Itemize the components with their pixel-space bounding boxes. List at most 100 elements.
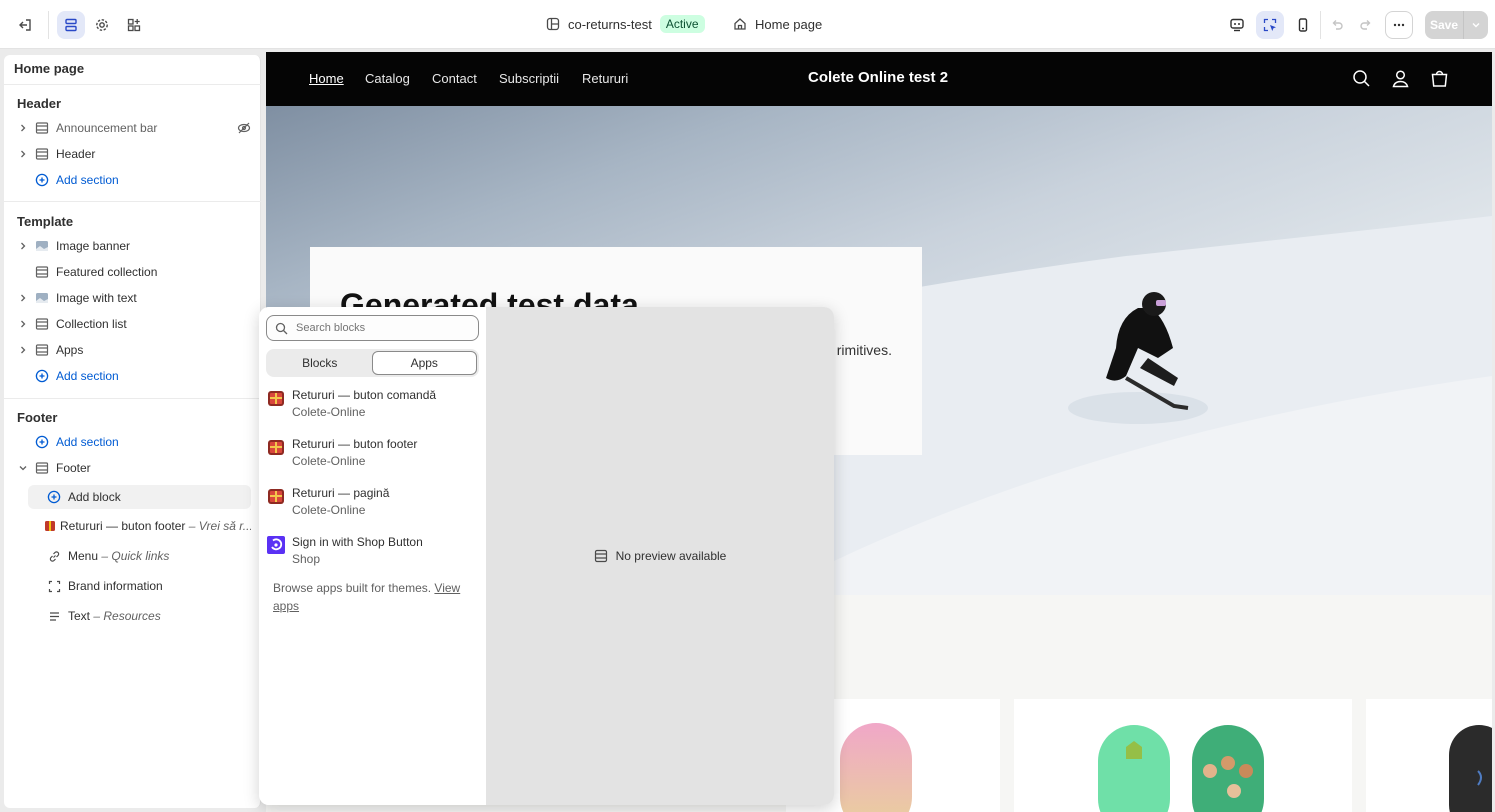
app-block-item[interactable]: Sign in with Shop Button Shop — [267, 534, 479, 572]
save-options-button[interactable] — [1463, 11, 1488, 39]
block-item-menu[interactable]: Menu – Quick links — [28, 544, 251, 568]
search-icon[interactable] — [1352, 69, 1371, 88]
sections-button[interactable] — [57, 11, 85, 39]
chevron-right-icon[interactable] — [14, 345, 32, 355]
block-label: Menu — [68, 549, 99, 563]
text-lines-icon — [44, 610, 64, 623]
add-block-button[interactable]: Add block — [28, 485, 251, 509]
undo-button[interactable] — [1323, 11, 1351, 39]
store-header: Home Catalog Contact Subscriptii Returur… — [266, 52, 1492, 106]
theme-selector[interactable]: co-returns-test Active — [546, 14, 705, 34]
product-card[interactable] — [1014, 699, 1352, 812]
nav-link-retururi[interactable]: Retururi — [582, 71, 628, 86]
chevron-right-icon[interactable] — [14, 241, 32, 251]
cart-icon[interactable] — [1430, 69, 1449, 88]
block-detail: – Quick links — [101, 549, 170, 563]
plus-circle-icon — [44, 490, 64, 504]
gift-box-icon — [268, 440, 284, 455]
block-picker: Blocks Apps Retururi — buton comandă Cole… — [259, 307, 486, 805]
product-card[interactable] — [1366, 699, 1492, 812]
store-name[interactable]: Colete Online test 2 — [808, 69, 948, 86]
sidebar-item-announcement-bar[interactable]: Announcement bar — [14, 116, 251, 140]
add-section-header-button[interactable]: Add section — [14, 168, 251, 192]
chevron-down-icon[interactable] — [14, 463, 32, 473]
add-section-footer-button[interactable]: Add section — [14, 430, 251, 454]
status-badge: Active — [659, 15, 705, 33]
app-block-vendor: Colete-Online — [292, 405, 366, 419]
sidebar-item-header[interactable]: Header — [14, 142, 251, 166]
block-detail: – Vrei să r... — [188, 519, 251, 533]
page-label: Home page — [755, 16, 823, 32]
app-block-item[interactable]: Retururi — buton comandă Colete-Online — [267, 387, 479, 425]
home-icon — [734, 18, 746, 30]
app-embeds-button[interactable] — [120, 11, 148, 39]
frame-icon — [44, 580, 64, 593]
nav-link-catalog[interactable]: Catalog — [365, 71, 410, 86]
search-blocks-input[interactable] — [296, 322, 466, 334]
chevron-right-icon[interactable] — [14, 319, 32, 329]
app-block-title: Retururi — buton footer — [292, 437, 418, 451]
chevron-right-icon[interactable] — [14, 149, 32, 159]
exit-button[interactable] — [11, 11, 39, 39]
sidebar-item-label: Header — [56, 147, 96, 161]
gift-box-icon — [268, 489, 284, 504]
chevron-right-icon[interactable] — [14, 123, 32, 133]
sidebar-item-label: Apps — [56, 343, 84, 357]
sidebar-item-collection-list[interactable]: Collection list — [14, 312, 251, 336]
select-pointer-icon — [1263, 18, 1277, 32]
sections-icon — [65, 18, 77, 32]
product-image — [1449, 725, 1492, 812]
image-thumbnail-icon — [32, 239, 52, 253]
block-item-retururi-footer[interactable]: Retururi — buton footer – Vrei să r... — [28, 514, 251, 538]
block-type-tabs: Blocks Apps — [266, 349, 479, 377]
sidebar-item-image-with-text[interactable]: Image with text — [14, 286, 251, 310]
more-actions-button[interactable] — [1385, 11, 1413, 39]
app-block-vendor: Colete-Online — [292, 454, 366, 468]
block-label: Brand information — [68, 579, 163, 593]
account-icon[interactable] — [1391, 69, 1410, 88]
app-block-vendor: Colete-Online — [292, 503, 366, 517]
inspector-button[interactable] — [1256, 11, 1284, 39]
block-item-brand-information[interactable]: Brand information — [28, 574, 251, 598]
nav-link-contact[interactable]: Contact — [432, 71, 477, 86]
sidebar-item-featured-collection[interactable]: Featured collection — [14, 260, 251, 284]
plus-circle-icon — [32, 173, 52, 187]
block-preview-pane: No preview available — [486, 307, 834, 805]
search-field[interactable] — [266, 315, 479, 341]
sidebar-item-label: Image banner — [56, 239, 131, 253]
block-item-text[interactable]: Text – Resources — [28, 604, 251, 628]
app-block-item[interactable]: Retururi — buton footer Colete-Online — [267, 436, 479, 474]
no-preview-text: No preview available — [615, 549, 727, 563]
desktop-preview-button[interactable] — [1223, 11, 1251, 39]
apps-icon — [127, 18, 141, 32]
theme-settings-button[interactable] — [88, 11, 116, 39]
sidebar-item-image-banner[interactable]: Image banner — [14, 234, 251, 258]
app-block-item[interactable]: Retururi — pagină Colete-Online — [267, 485, 479, 523]
nav-link-subscriptii[interactable]: Subscriptii — [499, 71, 559, 86]
theme-icon — [546, 17, 560, 31]
footer-group-title: Footer — [17, 410, 58, 425]
eye-hidden-icon[interactable] — [237, 121, 251, 135]
undo-icon — [1332, 20, 1343, 30]
desktop-icon — [1230, 18, 1244, 32]
nav-link-home[interactable]: Home — [309, 71, 344, 86]
section-icon — [32, 121, 52, 135]
redo-button[interactable] — [1352, 11, 1380, 39]
sidebar-item-footer[interactable]: Footer — [14, 456, 251, 480]
header-group-title: Header — [17, 96, 62, 111]
add-section-label: Add section — [56, 173, 119, 187]
chevron-right-icon[interactable] — [14, 293, 32, 303]
sidebar-item-label: Announcement bar — [56, 121, 158, 135]
mobile-icon — [1298, 18, 1308, 32]
mobile-preview-button[interactable] — [1289, 11, 1317, 39]
save-button[interactable]: Save — [1425, 11, 1463, 39]
browse-apps-text: Browse apps built for themes. View apps — [273, 579, 478, 615]
template-group-title: Template — [17, 214, 74, 229]
page-selector[interactable]: Home page — [733, 14, 822, 34]
section-icon — [32, 265, 52, 279]
sidebar-item-apps[interactable]: Apps — [14, 338, 251, 362]
tab-apps[interactable]: Apps — [371, 351, 477, 375]
tab-blocks[interactable]: Blocks — [268, 351, 372, 375]
add-block-popover: Blocks Apps Retururi — buton comandă Cole… — [259, 307, 834, 805]
add-section-template-button[interactable]: Add section — [14, 364, 251, 388]
